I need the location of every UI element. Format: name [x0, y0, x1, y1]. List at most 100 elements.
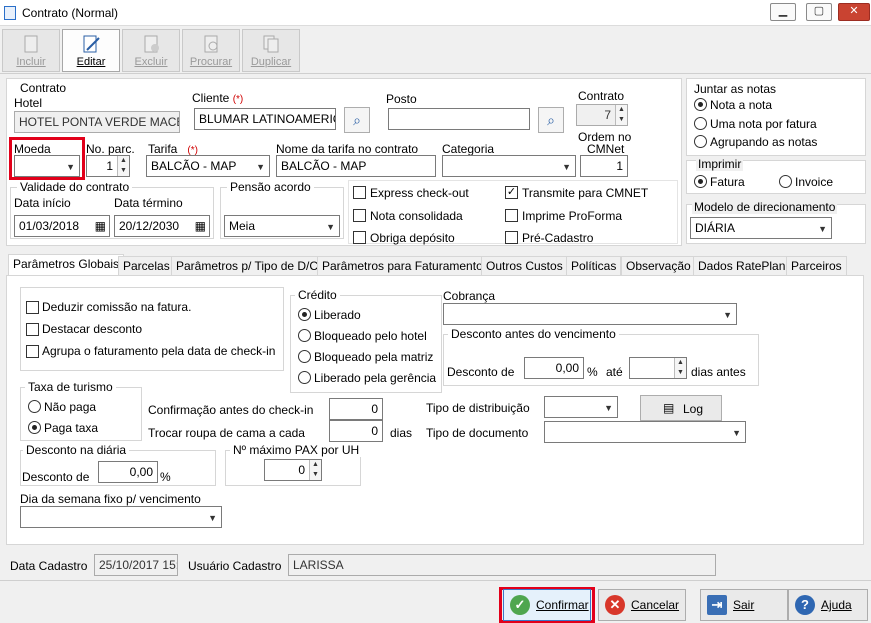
liberado-radio[interactable] [298, 308, 311, 321]
tab-dados-rateplan[interactable]: Dados RatePlan [693, 256, 791, 275]
tarifa-select[interactable]: BALCÃO - MAP ▼ [146, 155, 270, 177]
tab-politicas[interactable]: Políticas [566, 256, 622, 275]
spin-down-icon[interactable]: ▼ [117, 166, 129, 176]
tipo-distribuicao-select[interactable]: ▼ [544, 396, 618, 418]
liberado-gerencia-radio[interactable] [298, 371, 311, 384]
invoice-radio[interactable] [779, 175, 792, 188]
deduzir-checkbox[interactable] [26, 301, 39, 314]
dia-semana-select[interactable]: ▼ [20, 506, 222, 528]
excluir-button[interactable]: Excluir [122, 29, 180, 72]
invoice-label: Invoice [795, 175, 834, 189]
precadastro-label: Pré-Cadastro [522, 231, 594, 245]
confirmar-button[interactable]: ✓ Confirmar [503, 589, 591, 621]
duplicar-button[interactable]: Duplicar [242, 29, 300, 72]
data-termino-label: Data término [114, 196, 183, 210]
paga-taxa-label: Paga taxa [44, 421, 99, 435]
troca-roupa-field[interactable]: 0 [329, 420, 383, 442]
sair-button[interactable]: ⇥ Sair [700, 589, 788, 621]
categoria-label: Categoria [442, 142, 495, 156]
spin-down-icon[interactable]: ▼ [674, 368, 686, 378]
editar-button[interactable]: Editar [62, 29, 120, 72]
confirmacao-field[interactable]: 0 [329, 398, 383, 420]
posto-field[interactable] [388, 108, 530, 130]
agrupa-checkbox[interactable] [26, 345, 39, 358]
close-button[interactable]: ✕ [838, 3, 870, 21]
nao-paga-radio[interactable] [28, 400, 41, 413]
data-inicio-label: Data início [14, 196, 71, 210]
cliente-field[interactable]: BLUMAR LATINOAMERICA [194, 108, 336, 130]
tab-outros-custos[interactable]: Outros Custos [481, 256, 568, 275]
spin-up-icon[interactable]: ▲ [674, 358, 686, 368]
contrato-number-spinner[interactable]: 7 ▲ ▼ [576, 104, 628, 126]
dia-semana-label: Dia da semana fixo p/ vencimento [20, 492, 201, 506]
data-cadastro-label: Data Cadastro [10, 559, 88, 573]
window-title: Contrato (Normal) [22, 6, 119, 20]
posto-search-button[interactable]: ⌕ [538, 107, 564, 133]
spin-up-icon[interactable]: ▲ [309, 460, 321, 470]
nome-tarifa-label: Nome da tarifa no contrato [276, 142, 419, 156]
ajuda-button[interactable]: ? Ajuda [788, 589, 868, 621]
pensao-select[interactable]: Meia ▼ [224, 215, 340, 237]
spin-down-icon[interactable]: ▼ [309, 470, 321, 480]
pax-spinner[interactable]: 0 ▲ ▼ [264, 459, 322, 481]
tab-parametros-tipo-dc[interactable]: Parâmetros p/ Tipo de D/C [171, 256, 324, 275]
express-label: Express check-out [370, 186, 469, 200]
procurar-button[interactable]: Procurar [182, 29, 240, 72]
tab-parametros-faturamento[interactable]: Parâmetros para Faturamento [317, 256, 488, 275]
fatura-radio[interactable] [694, 175, 707, 188]
pct-label: % [160, 470, 171, 484]
dias-antes-spinner[interactable]: ▲ ▼ [629, 357, 687, 379]
tab-parcelas[interactable]: Parcelas [118, 256, 175, 275]
desconto-diaria-title: Desconto na diária [23, 443, 130, 457]
minimize-button[interactable]: ▁ [770, 3, 796, 21]
express-checkbox[interactable] [353, 186, 366, 199]
sair-label: Sair [733, 598, 755, 612]
moeda-select[interactable]: ▼ [14, 155, 80, 177]
spin-down-icon[interactable]: ▼ [615, 115, 627, 125]
calendar-icon[interactable]: ▦ [195, 219, 206, 233]
nota-a-nota-radio[interactable] [694, 98, 707, 111]
nome-tarifa-field[interactable]: BALCÃO - MAP [276, 155, 436, 177]
log-button[interactable]: ▤ Log [640, 395, 722, 421]
destacar-checkbox[interactable] [26, 323, 39, 336]
procurar-label: Procurar [189, 56, 233, 68]
cliente-search-button[interactable]: ⌕ [344, 107, 370, 133]
desconto-vencimento-field[interactable]: 0,00 [524, 357, 584, 379]
uma-nota-radio[interactable] [694, 117, 707, 130]
log-icon: ▤ [663, 401, 675, 415]
desconto-diaria-field[interactable]: 0,00 [98, 461, 158, 483]
calendar-icon[interactable]: ▦ [95, 219, 106, 233]
agrupando-radio[interactable] [694, 135, 707, 148]
tipo-documento-select[interactable]: ▼ [544, 421, 746, 443]
pct-label: % [587, 365, 598, 379]
consolidada-checkbox[interactable] [353, 209, 366, 222]
nparc-spinner[interactable]: 1 ▲ ▼ [86, 155, 130, 177]
spin-up-icon[interactable]: ▲ [117, 156, 129, 166]
data-inicio-field[interactable]: 01/03/2018 ▦ [14, 215, 110, 237]
tab-observacao[interactable]: Observação [621, 256, 696, 275]
bloqueado-hotel-radio[interactable] [298, 329, 311, 342]
cobranca-select[interactable]: ▼ [443, 303, 737, 325]
cancelar-button[interactable]: ✕ Cancelar [598, 589, 686, 621]
edit-icon [83, 35, 100, 53]
app-icon [4, 6, 16, 20]
transmite-checkbox[interactable]: ✓ [505, 186, 518, 199]
spin-up-icon[interactable]: ▲ [615, 105, 627, 115]
nota-a-nota-label: Nota a nota [710, 98, 773, 112]
bloqueado-matriz-radio[interactable] [298, 350, 311, 363]
tab-parametros-globais[interactable]: Parâmetros Globais [8, 254, 125, 276]
taxa-turismo-title: Taxa de turismo [25, 380, 116, 394]
data-termino-field[interactable]: 20/12/2030 ▦ [114, 215, 210, 237]
tab-parceiros[interactable]: Parceiros [786, 256, 847, 275]
ordem-cmnet-field[interactable]: 1 [580, 155, 628, 177]
categoria-select[interactable]: ▼ [442, 155, 576, 177]
maximize-button[interactable]: ▢ [806, 3, 832, 21]
paga-taxa-radio[interactable] [28, 421, 41, 434]
modelo-select[interactable]: DIÁRIA ▼ [690, 217, 832, 239]
destacar-label: Destacar desconto [42, 322, 143, 336]
proforma-checkbox[interactable] [505, 209, 518, 222]
deposito-checkbox[interactable] [353, 231, 366, 244]
precadastro-checkbox[interactable] [505, 231, 518, 244]
hotel-field[interactable]: HOTEL PONTA VERDE MACEIÓ [14, 111, 180, 133]
incluir-button[interactable]: Incluir [2, 29, 60, 72]
